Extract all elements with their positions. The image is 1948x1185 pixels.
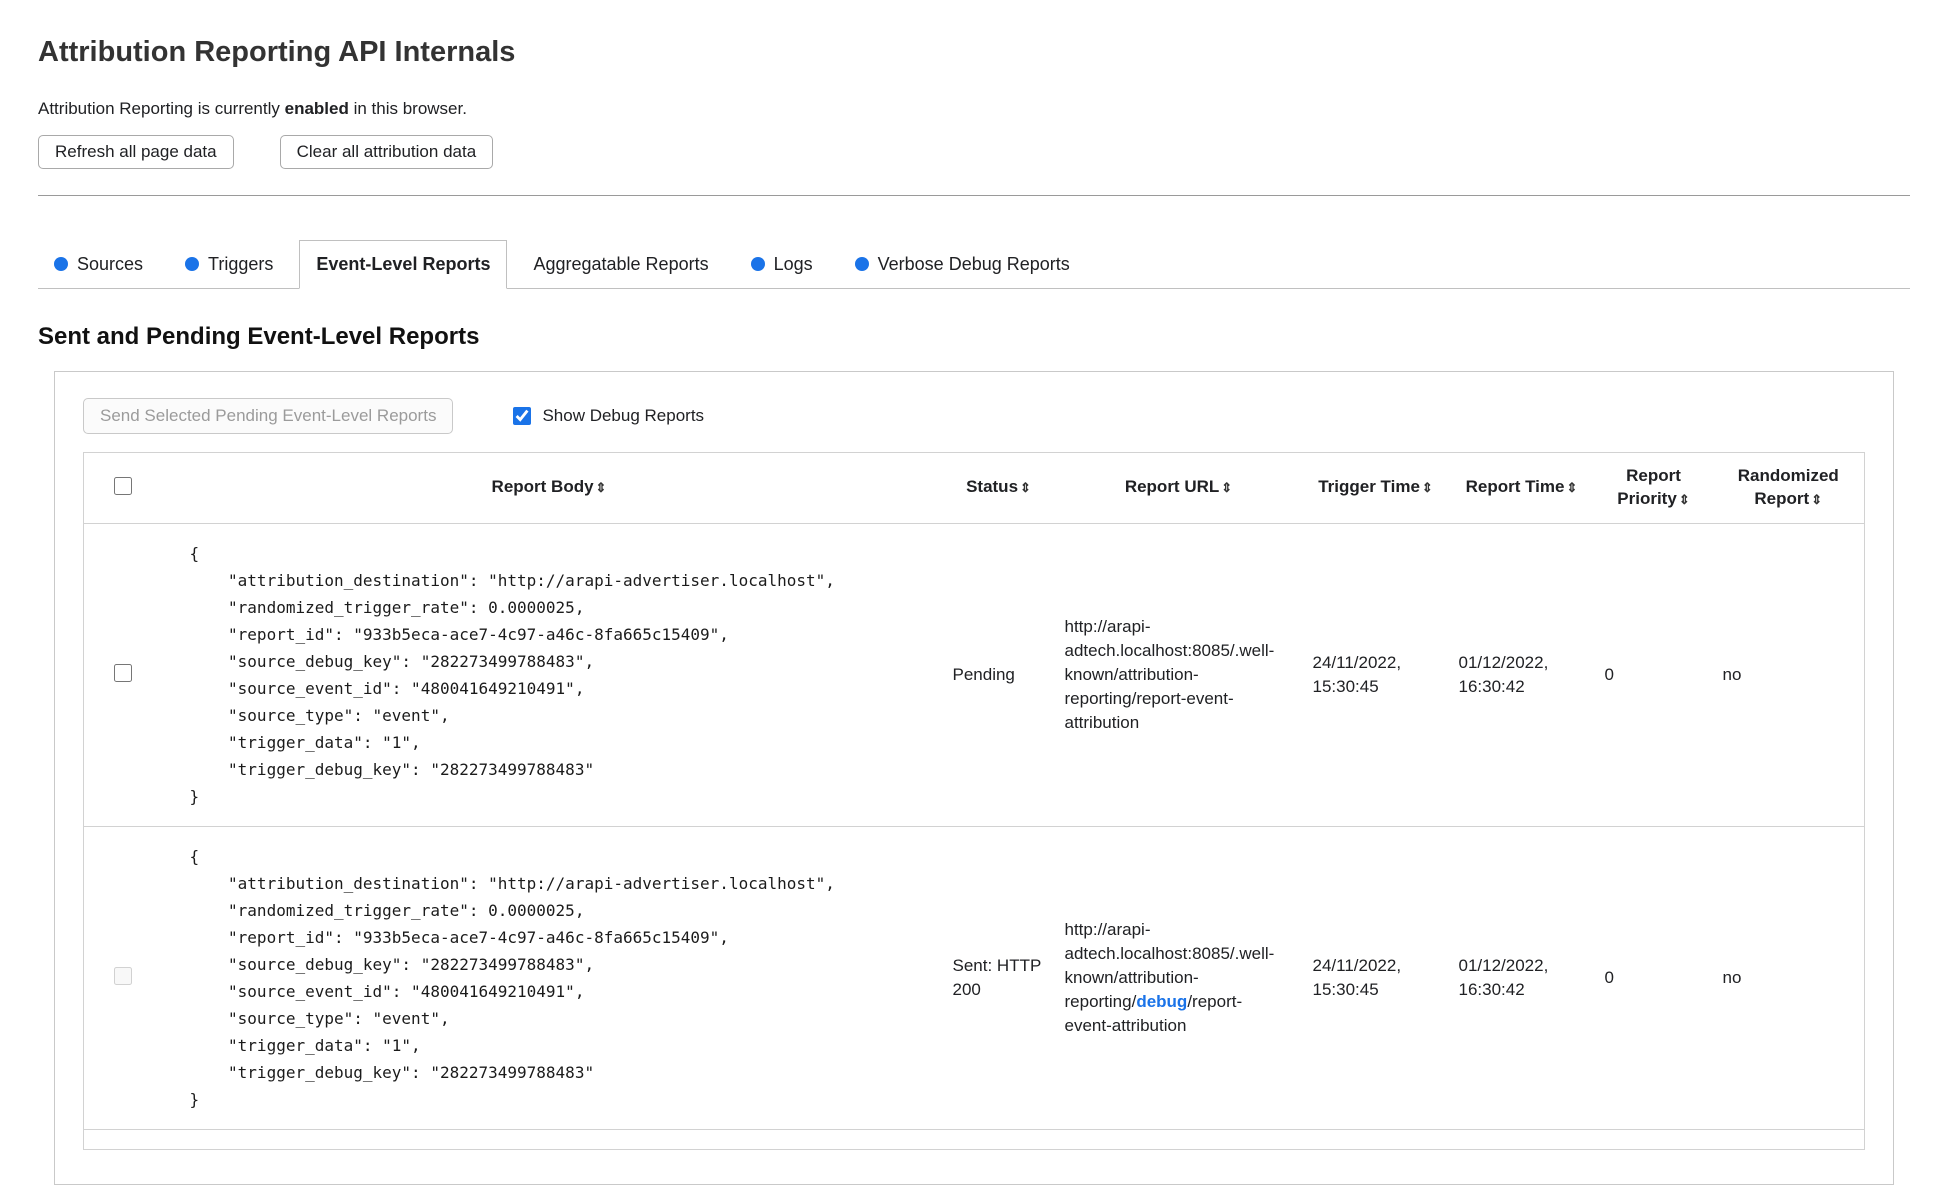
report-url: http://arapi-adtech.localhost:8085/.well…: [1064, 617, 1275, 732]
tab-label: Triggers: [208, 253, 274, 274]
report-priority-cell: 0: [1594, 826, 1713, 1130]
show-debug-reports-checkbox[interactable]: [513, 407, 532, 425]
table-row: { "attribution_destination": "http://ara…: [83, 523, 1865, 827]
attribution-internals-page: Attribution Reporting API Internals Attr…: [0, 0, 1948, 1185]
divider: [38, 195, 1910, 196]
header-select-all-cell: [83, 452, 156, 524]
tab-label: Event-Level Reports: [316, 254, 491, 274]
table-footer-spacer: [84, 1129, 1865, 1149]
report-body-json: { "attribution_destination": "http://ara…: [189, 846, 835, 1109]
blue-dot-icon: [54, 257, 68, 271]
header-label: Report Body: [491, 477, 594, 497]
blue-dot-icon: [185, 257, 200, 271]
row-select-cell: [83, 826, 156, 1130]
header-report-time[interactable]: Report Time ⇕: [1448, 452, 1595, 524]
sort-icon: ⇕: [1678, 491, 1690, 507]
tab-logs[interactable]: Logs: [735, 240, 829, 288]
header-randomized-report[interactable]: Randomized Report ⇕: [1712, 452, 1865, 524]
sort-icon: ⇕: [595, 480, 607, 496]
header-trigger-time[interactable]: Trigger Time ⇕: [1302, 452, 1449, 524]
report-body-cell: { "attribution_destination": "http://ara…: [155, 826, 943, 1130]
header-report-body[interactable]: Report Body ⇕: [155, 452, 943, 524]
debug-link[interactable]: debug: [1136, 992, 1187, 1011]
header-report-priority[interactable]: Report Priority ⇕: [1594, 452, 1713, 524]
tab-event-level-reports[interactable]: Event-Level Reports: [299, 240, 508, 289]
section-heading: Sent and Pending Event-Level Reports: [38, 323, 480, 350]
refresh-all-page-data-button[interactable]: Refresh all page data: [38, 135, 234, 169]
header-report-url[interactable]: Report URL ⇕: [1054, 452, 1303, 524]
header-status[interactable]: Status ⇕: [942, 452, 1055, 524]
header-label: Status: [966, 477, 1019, 497]
header-label: Trigger Time: [1318, 477, 1420, 497]
table-footer-row: [84, 1129, 1865, 1149]
reports-panel: Send Selected Pending Event-Level Report…: [54, 371, 1894, 1185]
report-url-cell: http://arapi-adtech.localhost:8085/.well…: [1054, 826, 1303, 1130]
sort-icon: ⇕: [1421, 480, 1433, 496]
clear-all-attribution-data-button[interactable]: Clear all attribution data: [279, 135, 494, 169]
header-label: Report URL: [1124, 477, 1220, 497]
report-time-cell: 01/12/2022, 16:30:42: [1448, 826, 1595, 1130]
report-body-cell: { "attribution_destination": "http://ara…: [155, 523, 943, 827]
tab-bar: Sources Triggers Event-Level Reports Agg…: [38, 240, 1910, 289]
sort-icon: ⇕: [1221, 480, 1233, 496]
tab-label: Logs: [773, 253, 813, 274]
report-select-checkbox: [114, 966, 132, 985]
tab-aggregatable-reports[interactable]: Aggregatable Reports: [517, 240, 724, 288]
status-suffix: in this browser.: [348, 99, 467, 118]
status-text: Attribution Reporting is currently enabl…: [38, 99, 1910, 119]
show-debug-reports-toggle[interactable]: Show Debug Reports: [509, 404, 704, 428]
header-label: Report Time: [1465, 477, 1565, 497]
tab-triggers[interactable]: Triggers: [169, 240, 289, 288]
tab-label: Aggregatable Reports: [533, 253, 709, 274]
report-select-checkbox[interactable]: [114, 663, 132, 682]
trigger-time-cell: 24/11/2022, 15:30:45: [1302, 826, 1449, 1130]
status-cell: Pending: [942, 523, 1055, 827]
blue-dot-icon: [854, 257, 869, 271]
report-time-cell: 01/12/2022, 16:30:42: [1448, 523, 1595, 827]
send-selected-reports-button: Send Selected Pending Event-Level Report…: [83, 398, 454, 434]
row-select-cell: [83, 523, 156, 827]
report-url-cell: http://arapi-adtech.localhost:8085/.well…: [1054, 523, 1303, 827]
randomized-report-cell: no: [1712, 826, 1865, 1130]
page-title: Attribution Reporting API Internals: [38, 36, 516, 68]
table-header-row: Report Body ⇕ Status ⇕ Report URL ⇕ Trigger…: [83, 452, 1865, 524]
status-prefix: Attribution Reporting is currently: [38, 99, 285, 118]
sort-icon: ⇕: [1020, 480, 1031, 496]
header-label: Randomized Report: [1737, 466, 1839, 508]
tab-label: Sources: [77, 253, 144, 274]
blue-dot-icon: [750, 257, 765, 271]
event-level-reports-table: Report Body ⇕ Status ⇕ Report URL ⇕ Trigger…: [83, 452, 1865, 1150]
status-enabled: enabled: [284, 99, 349, 118]
status-cell: Sent: HTTP 200: [942, 826, 1055, 1130]
sort-icon: ⇕: [1811, 491, 1823, 507]
header-label: Report Priority: [1617, 466, 1681, 508]
tab-verbose-debug-reports[interactable]: Verbose Debug Reports: [839, 240, 1086, 288]
tab-sources[interactable]: Sources: [38, 240, 159, 288]
report-priority-cell: 0: [1594, 523, 1713, 827]
show-debug-reports-label: Show Debug Reports: [542, 406, 705, 425]
tab-label: Verbose Debug Reports: [877, 253, 1070, 274]
toolbar: Refresh all page data Clear all attribut…: [38, 135, 1910, 169]
select-all-checkbox[interactable]: [114, 476, 132, 495]
table-row: { "attribution_destination": "http://ara…: [83, 826, 1865, 1130]
randomized-report-cell: no: [1712, 523, 1865, 827]
report-body-json: { "attribution_destination": "http://ara…: [189, 543, 835, 806]
panel-controls: Send Selected Pending Event-Level Report…: [83, 398, 1865, 434]
sort-icon: ⇕: [1566, 480, 1578, 496]
trigger-time-cell: 24/11/2022, 15:30:45: [1302, 523, 1449, 827]
